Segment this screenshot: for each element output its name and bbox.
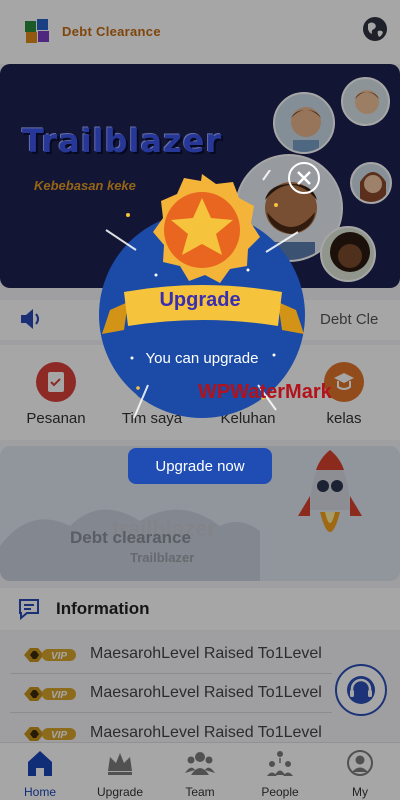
modal-backdrop[interactable] — [0, 742, 400, 800]
modal-message: You can upgrade — [145, 350, 259, 367]
modal-title: Upgrade — [159, 289, 241, 311]
watermark-text: WPWaterMark — [198, 381, 332, 403]
upgrade-now-button[interactable]: Upgrade now — [128, 448, 272, 484]
close-icon — [297, 171, 311, 185]
close-modal-button[interactable] — [288, 162, 320, 194]
